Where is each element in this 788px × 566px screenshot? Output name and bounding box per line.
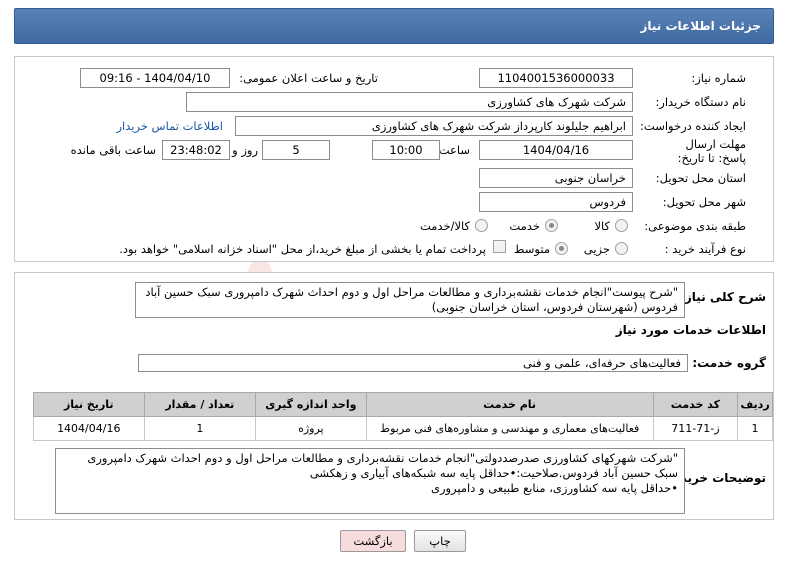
creator-label: ایجاد کننده درخواست: bbox=[640, 119, 746, 133]
table-header-row: ردیف کد خدمت نام خدمت واحد اندازه گیری ت… bbox=[33, 392, 773, 417]
col-header-quantity: تعداد / مقدار bbox=[143, 392, 257, 417]
process-radio-minor[interactable] bbox=[615, 242, 628, 255]
days-label: روز و bbox=[232, 143, 258, 157]
summary-label: شرح کلی نیاز: bbox=[680, 290, 766, 304]
col-header-need-date: تاریخ نیاز bbox=[33, 392, 145, 417]
process-option-medium: متوسط bbox=[513, 242, 550, 256]
services-section-title: اطلاعات خدمات مورد نیاز bbox=[615, 323, 766, 337]
category-option-service: خدمت bbox=[509, 219, 540, 233]
category-label: طبقه بندی موضوعی: bbox=[644, 219, 746, 233]
process-radio-medium[interactable] bbox=[555, 242, 568, 255]
days-remaining-field: 5 bbox=[262, 140, 330, 160]
category-option-goods: کالا bbox=[594, 219, 610, 233]
buyer-notes-line-1: "شرکت شهرکهای کشاورزی صدرصددولتی"انجام خ… bbox=[87, 451, 678, 465]
cell-quantity: 1 bbox=[143, 416, 257, 441]
province-label: استان محل تحویل: bbox=[655, 171, 746, 185]
deadline-time-label: ساعت bbox=[438, 143, 470, 157]
category-radio-service[interactable] bbox=[545, 219, 558, 232]
treasury-payment-checkbox[interactable] bbox=[493, 240, 506, 253]
page-title-text: جزئیات اطلاعات نیاز bbox=[640, 19, 761, 33]
cell-row-number: 1 bbox=[737, 416, 773, 441]
creator-field: ابراهیم جلیلوند کارپرداز شرکت شهرک های ک… bbox=[235, 116, 633, 136]
deadline-time-field: 10:00 bbox=[372, 140, 440, 160]
summary-text: "شرح پیوست"انجام خدمات نقشه‌برداری و مطا… bbox=[135, 282, 685, 318]
buyer-name-field: شرکت شهرک های کشاورزی bbox=[186, 92, 633, 112]
cell-service-name: فعالیت‌های معماری و مهندسی و مشاوره‌های … bbox=[365, 416, 654, 441]
announce-date-field: 1404/04/10 - 09:16 bbox=[80, 68, 230, 88]
need-number-field: 1104001536000033 bbox=[479, 68, 633, 88]
cell-unit: پروژه bbox=[255, 416, 367, 441]
col-header-service-name: نام خدمت bbox=[365, 392, 654, 417]
deadline-date-field: 1404/04/16 bbox=[479, 140, 633, 160]
service-group-label: گروه خدمت: bbox=[692, 356, 766, 370]
col-header-row-number: ردیف bbox=[737, 392, 773, 417]
cell-need-date: 1404/04/16 bbox=[33, 416, 145, 441]
services-table: ردیف کد خدمت نام خدمت واحد اندازه گیری ت… bbox=[33, 392, 773, 441]
table-row: 1 ز-71-711 فعالیت‌های معماری و مهندسی و … bbox=[33, 416, 773, 441]
page-title: جزئیات اطلاعات نیاز bbox=[14, 8, 774, 44]
col-header-unit: واحد اندازه گیری bbox=[255, 392, 367, 417]
deadline-label: مهلت ارسال پاسخ: تا تاریخ: bbox=[677, 137, 746, 165]
province-field: خراسان جنوبی bbox=[479, 168, 633, 188]
announce-date-label: تاریخ و ساعت اعلان عمومی: bbox=[239, 71, 378, 85]
treasury-payment-note: پرداخت تمام یا بخشی از مبلغ خرید،از محل … bbox=[119, 242, 486, 256]
remaining-time-label: ساعت باقی مانده bbox=[70, 143, 156, 157]
need-number-label: شماره نیاز: bbox=[691, 71, 746, 85]
process-option-minor: جزیی bbox=[583, 242, 610, 256]
buyer-notes-text: "شرکت شهرکهای کشاورزی صدرصددولتی"انجام خ… bbox=[55, 448, 685, 514]
buyer-notes-line-2: سبک حسین آباد فردوس.صلاحیت:•حداقل پایه س… bbox=[309, 466, 678, 480]
category-radio-goods[interactable] bbox=[615, 219, 628, 232]
process-label: نوع فرآیند خرید : bbox=[664, 242, 746, 256]
remaining-time-field: 23:48:02 bbox=[162, 140, 230, 160]
cell-service-code: ز-71-711 bbox=[652, 416, 739, 441]
back-button[interactable]: بازگشت bbox=[340, 530, 406, 552]
city-label: شهر محل تحویل: bbox=[662, 195, 746, 209]
service-group-field: فعالیت‌های حرفه‌ای، علمی و فنی bbox=[138, 354, 688, 372]
city-field: فردوس bbox=[479, 192, 633, 212]
col-header-service-code: کد خدمت bbox=[652, 392, 739, 417]
category-option-goods-service: کالا/خدمت bbox=[419, 219, 470, 233]
category-radio-goods-service[interactable] bbox=[475, 219, 488, 232]
buyer-contact-link[interactable]: اطلاعات تماس خریدار bbox=[116, 119, 223, 133]
buyer-name-label: نام دستگاه خریدار: bbox=[655, 95, 746, 109]
buyer-notes-line-3: •حداقل پایه سه کشاورزی، منابع طبیعی و دا… bbox=[430, 481, 678, 495]
print-button[interactable]: چاپ bbox=[414, 530, 466, 552]
